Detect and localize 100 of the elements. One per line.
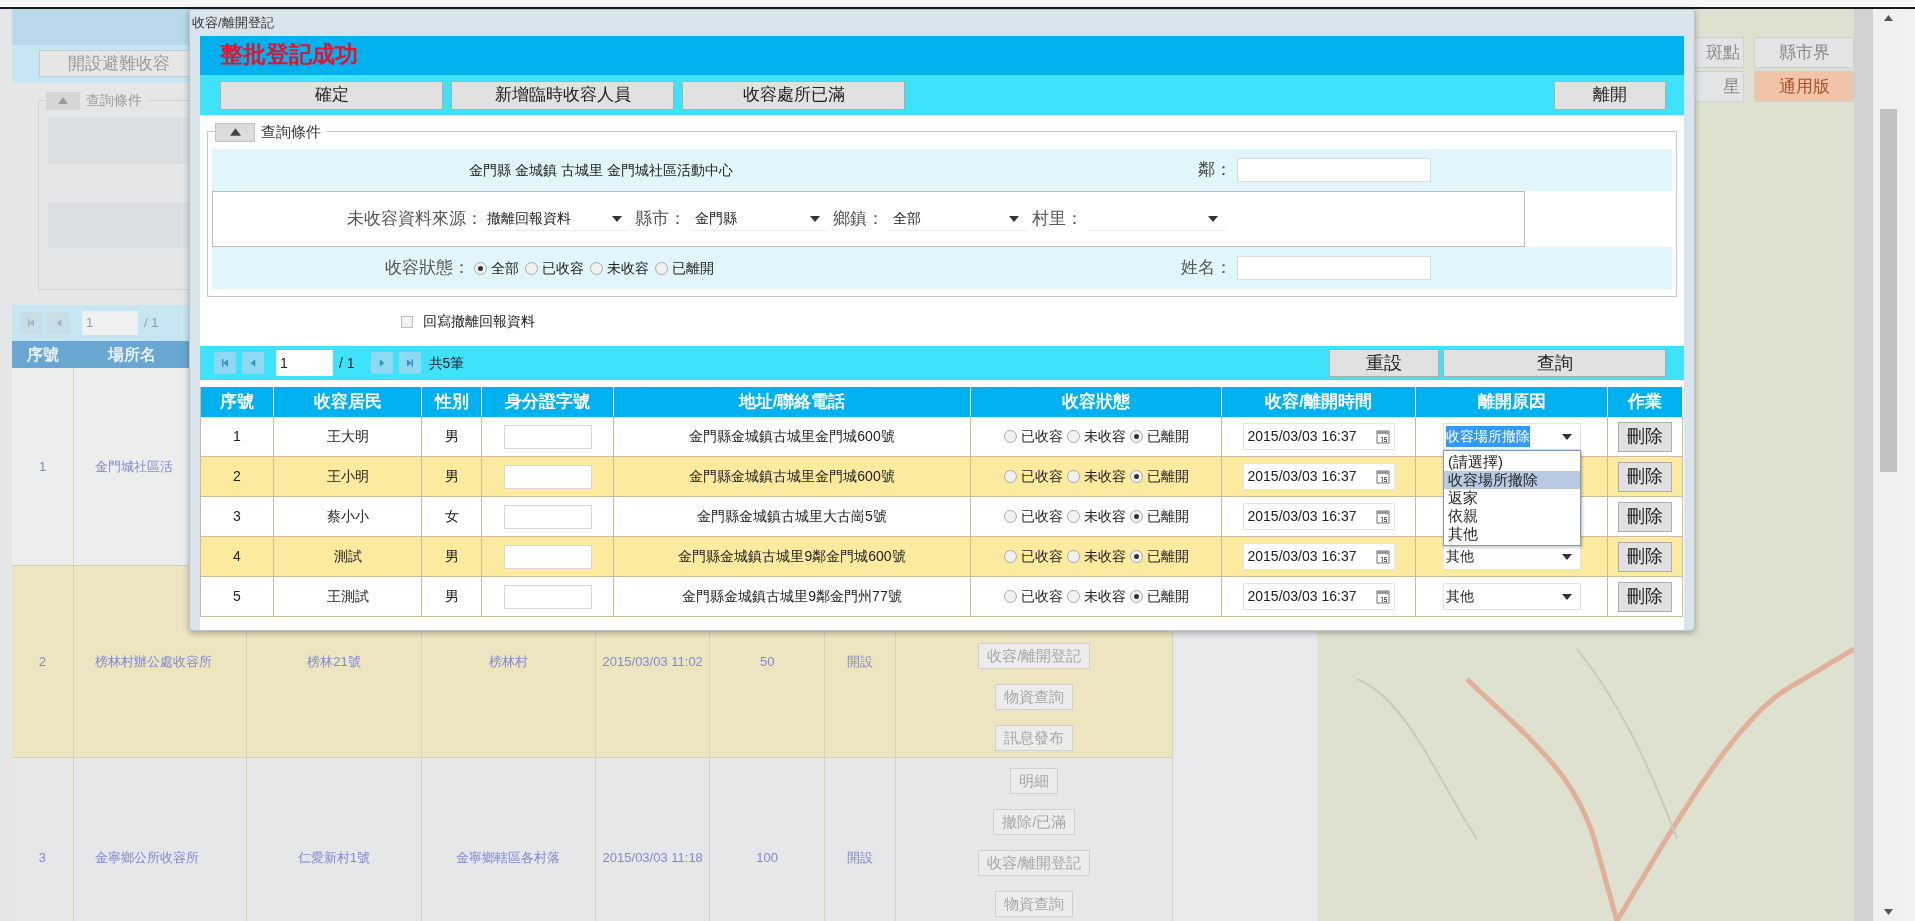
radio-option[interactable]: 未收容 bbox=[1066, 546, 1126, 567]
radio-button[interactable] bbox=[1066, 470, 1080, 483]
page-total: / 1 bbox=[339, 353, 355, 373]
leave-button[interactable]: 離開 bbox=[1554, 80, 1666, 110]
radio-button[interactable] bbox=[1003, 550, 1017, 563]
radio-button[interactable] bbox=[1003, 430, 1017, 443]
radio-option[interactable]: 已離開 bbox=[1129, 506, 1189, 527]
radio-option[interactable]: 已收容 bbox=[525, 257, 584, 279]
caret-icon bbox=[810, 215, 820, 222]
previous-page-button[interactable] bbox=[242, 352, 264, 374]
radio-button[interactable] bbox=[1129, 470, 1143, 483]
table-cell-text: 男 bbox=[444, 467, 459, 486]
collapse-button[interactable] bbox=[215, 122, 255, 142]
table-cell-text: 男 bbox=[444, 547, 459, 566]
table-cell-text: 3 bbox=[38, 848, 46, 867]
radio-button[interactable] bbox=[1129, 550, 1143, 563]
last-page-button[interactable] bbox=[398, 352, 421, 374]
action-button[interactable]: 收容處所已滿 bbox=[682, 80, 905, 110]
dialog-title: 收容/離開登記 bbox=[192, 14, 274, 33]
id-input[interactable] bbox=[503, 504, 592, 529]
query-button[interactable]: 查詢 bbox=[1443, 349, 1666, 377]
radio-option[interactable]: 全部 bbox=[474, 257, 519, 279]
action-button[interactable]: 新增臨時收容人員 bbox=[451, 80, 674, 110]
dropdown-option[interactable]: 返家 bbox=[1444, 489, 1580, 507]
delete-button[interactable]: 刪除 bbox=[1618, 461, 1672, 492]
calendar-icon bbox=[1375, 549, 1390, 564]
page-total: / 1 bbox=[144, 314, 159, 333]
radio-option[interactable]: 未收容 bbox=[1066, 426, 1126, 447]
radio-button[interactable] bbox=[474, 261, 487, 275]
calendar-icon bbox=[1375, 469, 1390, 484]
action-button[interactable]: 確定 bbox=[220, 80, 443, 110]
id-input[interactable] bbox=[503, 424, 592, 449]
radio-option[interactable]: 已收容 bbox=[1003, 546, 1063, 567]
delete-button[interactable]: 刪除 bbox=[1618, 501, 1672, 532]
radio-button[interactable] bbox=[1066, 550, 1080, 563]
id-input[interactable] bbox=[503, 584, 592, 609]
page-input[interactable]: 1 bbox=[276, 350, 333, 376]
radio-option[interactable]: 未收容 bbox=[590, 257, 649, 279]
field-label: 未收容資料來源： bbox=[347, 208, 483, 231]
radio-option[interactable]: 已離開 bbox=[655, 257, 714, 279]
table-cell-text: 金寧鄉轄區各村落 bbox=[456, 848, 561, 867]
scrollbar-thumb[interactable] bbox=[1879, 109, 1897, 472]
radio-button[interactable] bbox=[1129, 510, 1143, 523]
dropdown-option[interactable]: 依親 bbox=[1444, 507, 1580, 525]
datetime-field[interactable]: 2015/03/03 16:37 bbox=[1242, 463, 1395, 490]
radio-option[interactable]: 已收容 bbox=[1003, 586, 1063, 607]
radio-button[interactable] bbox=[1003, 510, 1017, 523]
dropdown-option[interactable]: (請選擇) bbox=[1444, 453, 1580, 471]
table-cell-text: 金門縣金城鎮古城里金門城600號 bbox=[689, 467, 895, 486]
radio-option[interactable]: 未收容 bbox=[1066, 586, 1126, 607]
radio-button[interactable] bbox=[1066, 590, 1080, 603]
radio-option[interactable]: 已離開 bbox=[1129, 466, 1189, 487]
map-layer-button[interactable]: 通用版 bbox=[1754, 71, 1854, 102]
caret-icon bbox=[1562, 433, 1572, 440]
checkbox[interactable] bbox=[401, 315, 413, 328]
table-cell-text: 2015/03/03 11:02 bbox=[602, 652, 703, 671]
radio-option[interactable]: 已收容 bbox=[1003, 506, 1063, 527]
first-page-button[interactable] bbox=[20, 312, 42, 334]
dropdown-option[interactable]: 其他 bbox=[1444, 525, 1580, 543]
delete-button[interactable]: 刪除 bbox=[1618, 421, 1672, 452]
next-page-button[interactable] bbox=[370, 352, 393, 374]
table-cell-text: 5 bbox=[233, 587, 241, 606]
radio-option[interactable]: 已離開 bbox=[1129, 586, 1189, 607]
table-cell-text: 測試 bbox=[333, 547, 362, 566]
datetime-field[interactable]: 2015/03/03 16:37 bbox=[1242, 503, 1395, 530]
reset-button[interactable]: 重設 bbox=[1329, 349, 1439, 377]
radio-option[interactable]: 已離開 bbox=[1129, 546, 1189, 567]
radio-button[interactable] bbox=[1129, 430, 1143, 443]
neighborhood-input[interactable] bbox=[1237, 158, 1431, 182]
writeback-checkbox[interactable]: 回寫撤離回報資料 bbox=[401, 311, 535, 332]
radio-option[interactable]: 已收容 bbox=[1003, 426, 1063, 447]
delete-button[interactable]: 刪除 bbox=[1618, 541, 1672, 572]
table-cell-text: 榜林21號 bbox=[307, 652, 361, 671]
datetime-field[interactable]: 2015/03/03 16:37 bbox=[1242, 543, 1395, 570]
radio-button[interactable] bbox=[525, 261, 538, 275]
datetime-field[interactable]: 2015/03/03 16:37 bbox=[1242, 583, 1395, 610]
reason-select[interactable]: 其他 bbox=[1443, 583, 1581, 610]
radio-button[interactable] bbox=[655, 261, 668, 275]
record-count: 共5筆 bbox=[428, 353, 465, 373]
radio-button[interactable] bbox=[1129, 590, 1143, 603]
first-page-button[interactable] bbox=[214, 352, 236, 374]
table-cell-text: 男 bbox=[444, 427, 459, 446]
dropdown-option[interactable]: 收容場所撤除 bbox=[1444, 471, 1580, 489]
radio-option[interactable]: 未收容 bbox=[1066, 506, 1126, 527]
id-input[interactable] bbox=[503, 464, 592, 489]
datetime-field[interactable]: 2015/03/03 16:37 bbox=[1242, 423, 1395, 450]
radio-option[interactable]: 未收容 bbox=[1066, 466, 1126, 487]
radio-option[interactable]: 已收容 bbox=[1003, 466, 1063, 487]
table-cell-text: 男 bbox=[444, 587, 459, 606]
previous-page-button[interactable] bbox=[48, 312, 70, 334]
radio-button[interactable] bbox=[1003, 470, 1017, 483]
id-input[interactable] bbox=[503, 544, 592, 569]
name-input[interactable] bbox=[1237, 256, 1431, 280]
radio-button[interactable] bbox=[1003, 590, 1017, 603]
radio-button[interactable] bbox=[1066, 430, 1080, 443]
delete-button[interactable]: 刪除 bbox=[1618, 581, 1672, 612]
radio-option[interactable]: 已離開 bbox=[1129, 426, 1189, 447]
radio-button[interactable] bbox=[1066, 510, 1080, 523]
calendar-icon bbox=[1375, 509, 1390, 524]
radio-button[interactable] bbox=[590, 261, 603, 275]
